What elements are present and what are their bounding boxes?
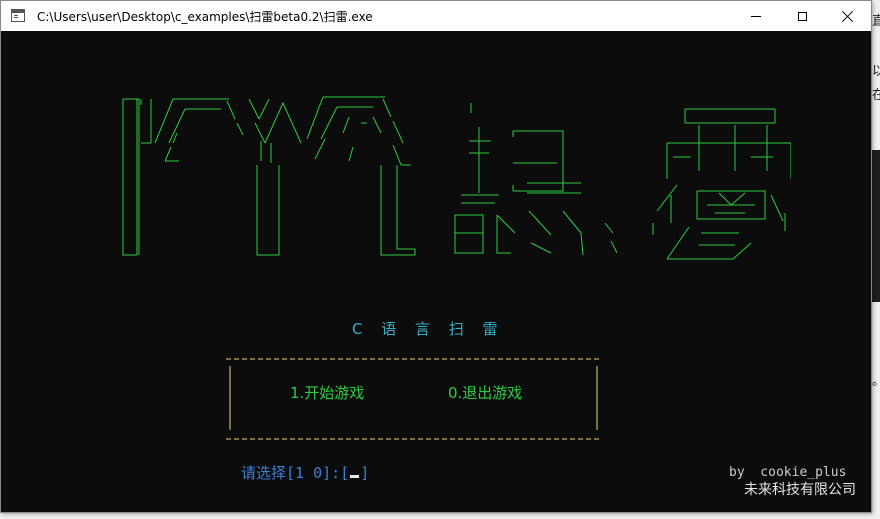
selection-prompt[interactable]: 请选择[1 0]:[] [241, 462, 369, 483]
console-app-icon[interactable] [11, 9, 25, 22]
text-cursor[interactable] [350, 475, 360, 478]
bg-text-fragment: 。 [872, 370, 880, 389]
maximize-button[interactable] [779, 1, 825, 31]
company-name: 未来科技有限公司 [744, 482, 856, 498]
window-title: C:\Users\user\Desktop\c_examples\扫雷beta0… [37, 10, 373, 24]
prompt-label: 请选择 [241, 464, 287, 482]
close-icon [842, 10, 854, 22]
bg-text-fragment: 以 [872, 64, 880, 79]
minimize-button[interactable] [733, 1, 779, 31]
menu-exit-game[interactable]: 0.退出游戏 [448, 382, 522, 403]
game-subtitle: C 语 言 扫 雷 [352, 320, 505, 338]
prompt-options: [1 0]:[ [286, 464, 350, 482]
game-logo-ascii-art [122, 96, 791, 260]
maximize-icon [797, 11, 807, 21]
author-credit: by cookie_plus [729, 465, 847, 480]
close-button[interactable] [825, 1, 871, 31]
console-window: C:\Users\user\Desktop\c_examples\扫雷beta0… [0, 0, 872, 513]
console-output: C 语 言 扫 雷 1.开始游戏 0.退出游戏 请选择[1 0]:[] by c… [1, 31, 871, 512]
bg-text-fragment: 直 [872, 14, 880, 29]
bg-dark-panel [872, 150, 880, 302]
prompt-close-bracket: ] [360, 464, 370, 482]
bg-text-fragment: 在 [872, 88, 880, 103]
menu-border [226, 358, 600, 440]
menu-start-game[interactable]: 1.开始游戏 [290, 382, 364, 403]
minimize-icon [751, 15, 761, 17]
title-bar[interactable]: C:\Users\user\Desktop\c_examples\扫雷beta0… [1, 1, 871, 31]
